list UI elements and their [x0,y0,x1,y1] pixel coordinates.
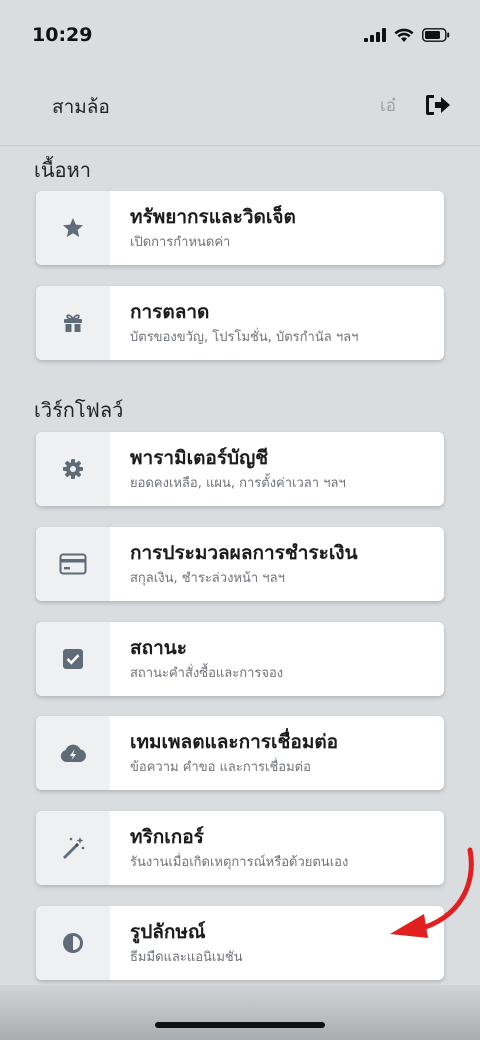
item-subtitle: สกุลเงิน, ชำระล่วงหน้า ฯลฯ [130,571,285,586]
item-subtitle: ยอดคงเหลือ, แผน, การตั้งค่าเวลา ฯลฯ [130,476,346,491]
settings-item-status[interactable]: สถานะ สถานะคำสั่งซื้อและการจอง [36,622,444,696]
status-bar: 10:29 [0,0,480,70]
item-subtitle: ธีมมืดและแอนิเมชัน [130,950,243,965]
section-title-content: เนื้อหา [34,158,91,182]
annotation-arrow-icon [390,847,474,938]
gift-icon [64,314,82,332]
item-title: สถานะ [130,637,187,659]
app-header: สามล้อ เอ๋ [0,70,480,146]
section-title-workflow: เวิร์กโฟลว์ [34,398,124,422]
item-title: ทรัพยากรและวิดเจ็ต [130,206,296,228]
settings-item-marketing[interactable]: การตลาด บัตรของขวัญ, โปรโมชั่น, บัตรกำนั… [36,286,444,360]
settings-item-account-parameters[interactable]: พารามิเตอร์บัญชี ยอดคงเหลือ, แผน, การตั้… [36,432,444,506]
page-title: สามล้อ [52,96,110,118]
contrast-icon [63,933,83,953]
settings-item-templates-connections[interactable]: เทมเพลตและการเชื่อมต่อ ข้อความ คำขอ และก… [36,716,444,790]
item-subtitle: เปิดการกำหนดค่า [130,235,231,250]
magic-wand-icon [63,837,85,859]
signal-icon [364,28,386,42]
status-icons [364,28,450,43]
logout-button[interactable] [422,90,454,120]
settings-item-triggers[interactable]: ทริกเกอร์ รันงานเมื่อเกิดเหตุการณ์หรือด้… [36,811,444,885]
item-subtitle: ข้อความ คำขอ และการเชื่อมต่อ [130,760,311,775]
settings-item-payment-processing[interactable]: การประมวลผลการชำระเงิน สกุลเงิน, ชำระล่ว… [36,527,444,601]
logout-icon [426,95,450,115]
gear-icon [63,459,83,479]
item-title: การประมวลผลการชำระเงิน [130,542,358,564]
status-time: 10:29 [32,24,93,46]
user-initials[interactable]: เอ๋ [380,92,396,119]
cloud-icon [60,744,87,762]
item-subtitle: สถานะคำสั่งซื้อและการจอง [130,666,284,681]
checkbox-icon [63,649,83,669]
settings-item-resources-widgets[interactable]: ทรัพยากรและวิดเจ็ต เปิดการกำหนดค่า [36,191,444,265]
star-icon [63,218,83,237]
battery-icon [422,28,450,42]
home-indicator[interactable] [155,1022,325,1028]
item-title: รูปลักษณ์ [130,921,206,943]
item-title: พารามิเตอร์บัญชี [130,447,269,469]
item-title: เทมเพลตและการเชื่อมต่อ [130,731,339,753]
settings-item-appearance[interactable]: รูปลักษณ์ ธีมมืดและแอนิเมชัน [36,906,444,980]
wifi-icon [394,28,414,42]
credit-card-icon [59,553,87,575]
item-title: การตลาด [130,301,210,323]
bottom-fade [0,985,480,1040]
item-title: ทริกเกอร์ [130,826,204,848]
item-subtitle: รันงานเมื่อเกิดเหตุการณ์หรือด้วยตนเอง [130,855,349,870]
item-subtitle: บัตรของขวัญ, โปรโมชั่น, บัตรกำนัล ฯลฯ [130,330,359,345]
